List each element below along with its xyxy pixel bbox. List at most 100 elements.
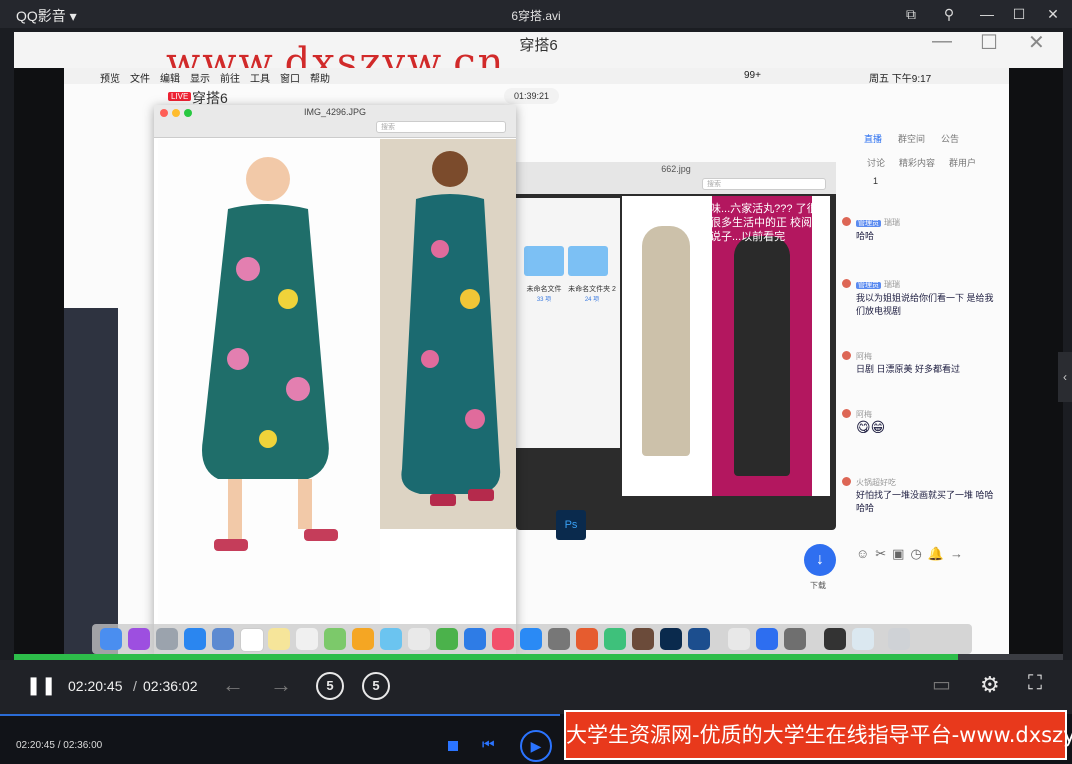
reminders-icon bbox=[296, 628, 318, 650]
launchpad-icon bbox=[156, 628, 178, 650]
chat-tabs: 直播 群空间 公告 bbox=[864, 132, 975, 145]
preview-icon bbox=[852, 628, 874, 650]
preview2-title: 662.jpg bbox=[661, 164, 691, 174]
screen-mode-icon[interactable]: ▭ bbox=[932, 672, 951, 697]
recorded-minimize-icon: — bbox=[932, 32, 952, 52]
menu-item: 帮助 bbox=[310, 74, 330, 85]
chat-message: 火锅超好吃 好怕找了一堆没画就买了一堆 哈哈哈哈 bbox=[842, 476, 996, 515]
wechat-work-icon bbox=[604, 628, 626, 650]
script-icon bbox=[728, 628, 750, 650]
message-text: 哈哈 bbox=[856, 231, 875, 241]
scanner-icon bbox=[784, 628, 806, 650]
subtab-highlights: 精彩内容 bbox=[899, 158, 936, 168]
video-frame[interactable]: 穿搭6 www.dxszyw.cn — ☐ ✕ 预览 文件 编辑 显示 前往 工… bbox=[14, 32, 1063, 654]
stop-icon[interactable] bbox=[448, 741, 458, 751]
avatar bbox=[842, 351, 851, 360]
screen-recorder-icon bbox=[824, 628, 846, 650]
notes-icon bbox=[268, 628, 290, 650]
numbers-icon bbox=[436, 628, 458, 650]
folder-count: 24 项 bbox=[584, 297, 600, 303]
record-timer: 01:39:21 bbox=[504, 88, 559, 104]
avatar bbox=[842, 217, 851, 226]
role-tag: 管理员 bbox=[856, 282, 881, 289]
letterbox-left bbox=[14, 68, 64, 654]
live-badge: LIVE bbox=[168, 92, 192, 101]
battery-label: 99+ bbox=[744, 70, 761, 81]
illustration-svg bbox=[202, 157, 338, 551]
messages-icon bbox=[380, 628, 402, 650]
menu-item: 前往 bbox=[220, 74, 240, 85]
chat-toolbar: ☺✂▣◷🔔→ bbox=[856, 546, 969, 561]
photos-icon bbox=[352, 628, 374, 650]
close-icon[interactable]: ✕ bbox=[1042, 4, 1064, 24]
chrome-icon bbox=[756, 628, 778, 650]
avatar bbox=[842, 279, 851, 288]
preview-title: IMG_4296.JPG bbox=[303, 107, 367, 117]
office-icon bbox=[576, 628, 598, 650]
previous-track-icon[interactable]: ⏮ bbox=[482, 736, 495, 753]
recorded-close-icon: ✕ bbox=[1028, 32, 1045, 54]
pause-icon[interactable]: ❚❚ bbox=[26, 675, 56, 695]
time-separator: / bbox=[133, 678, 137, 694]
music-icon bbox=[492, 628, 514, 650]
download-icon: ↓ bbox=[804, 544, 836, 576]
maximize-icon[interactable]: ☐ bbox=[1008, 4, 1030, 24]
folder-icon bbox=[524, 246, 564, 276]
promo-banner: 大学生资源网-优质的大学生在线指导平台-www.dxszyw.cn bbox=[564, 710, 1072, 760]
tab-group-space: 群空间 bbox=[898, 134, 926, 144]
preview2-search: 搜索 bbox=[702, 178, 826, 190]
folder-label: 未命名文件夹 2 bbox=[568, 286, 616, 293]
reference-photo bbox=[380, 139, 516, 529]
menu-item: 工具 bbox=[250, 74, 270, 85]
photoshop-icon bbox=[660, 628, 682, 650]
sender-name: 瑞瑞 bbox=[884, 280, 900, 289]
subtab-members: 群用户 bbox=[949, 158, 977, 168]
keynote-icon bbox=[464, 628, 486, 650]
chat-message: 阿梅 日剧 日漂原美 好多都看过 bbox=[842, 350, 996, 376]
fullscreen-icon[interactable]: ⛶ bbox=[1028, 672, 1042, 695]
control-bar: ❚❚ 02:20:45 / 02:36:02 ← → 5 5 ▭ ⚙ ⛶ bbox=[0, 660, 1072, 714]
chat-subtabs: 讨论 精彩内容 群用户 bbox=[867, 156, 990, 169]
chat-message: 管理员 瑞瑞 我以为姐姐说给你们看一下 是给我们放电视剧 bbox=[842, 278, 996, 318]
total-time: 02:36:02 bbox=[143, 678, 198, 694]
brush-app-icon bbox=[632, 628, 654, 650]
avatar bbox=[842, 409, 851, 418]
settings-gear-icon[interactable]: ⚙ bbox=[980, 672, 1000, 698]
recorded-maximize-icon: ☐ bbox=[980, 32, 998, 54]
maps-icon bbox=[324, 628, 346, 650]
skip-forward-5-icon[interactable]: 5 bbox=[362, 672, 390, 700]
avatar bbox=[842, 477, 851, 486]
recorded-desktop: 预览 文件 编辑 显示 前往 工具 窗口 帮助 99+ 周五 下午9:17 穿搭… bbox=[64, 68, 1009, 654]
sender-name: 火锅超好吃 bbox=[856, 478, 896, 487]
chat-count: 1 bbox=[873, 176, 879, 186]
trash-icon bbox=[888, 628, 910, 650]
finder-icon bbox=[100, 628, 122, 650]
play-icon[interactable]: ▶ bbox=[520, 730, 552, 762]
role-tag: 管理员 bbox=[856, 220, 881, 227]
quicktime-icon bbox=[688, 628, 710, 650]
chat-message: 管理员 瑞瑞 哈哈 bbox=[842, 216, 996, 243]
skip-back-5-icon[interactable]: 5 bbox=[316, 672, 344, 700]
letterbox-right bbox=[1009, 68, 1063, 654]
mini-mode-icon[interactable]: ⧉ bbox=[900, 4, 922, 24]
next-arrow-icon[interactable]: → bbox=[270, 672, 292, 698]
playlist-toggle-icon[interactable]: ‹ bbox=[1058, 352, 1072, 402]
calendar-icon bbox=[240, 628, 264, 652]
previous-arrow-icon[interactable]: ← bbox=[222, 672, 244, 698]
mac-menubar: 预览 文件 编辑 显示 前往 工具 窗口 帮助 99+ 周五 下午9:17 bbox=[64, 68, 1009, 85]
mac-dock bbox=[92, 624, 972, 654]
pin-icon[interactable]: ⚲ bbox=[938, 4, 960, 24]
minimize-icon[interactable]: — bbox=[976, 4, 998, 24]
app-store-icon bbox=[520, 628, 542, 650]
safari-icon bbox=[184, 628, 206, 650]
message-text: 日剧 日漂原美 好多都看过 bbox=[856, 364, 961, 374]
illustration-figure bbox=[642, 226, 690, 456]
settings-icon bbox=[548, 628, 570, 650]
outer-time: 02:20:45 / 02:36:00 bbox=[16, 740, 103, 751]
chat-message: 阿梅 😋😁 bbox=[842, 408, 996, 434]
clock: 周五 下午9:17 bbox=[869, 74, 932, 85]
sender-name: 瑞瑞 bbox=[884, 218, 900, 227]
sender-name: 阿梅 bbox=[856, 352, 872, 361]
tab-notice: 公告 bbox=[941, 134, 960, 144]
menu-item: 预览 bbox=[100, 74, 120, 85]
